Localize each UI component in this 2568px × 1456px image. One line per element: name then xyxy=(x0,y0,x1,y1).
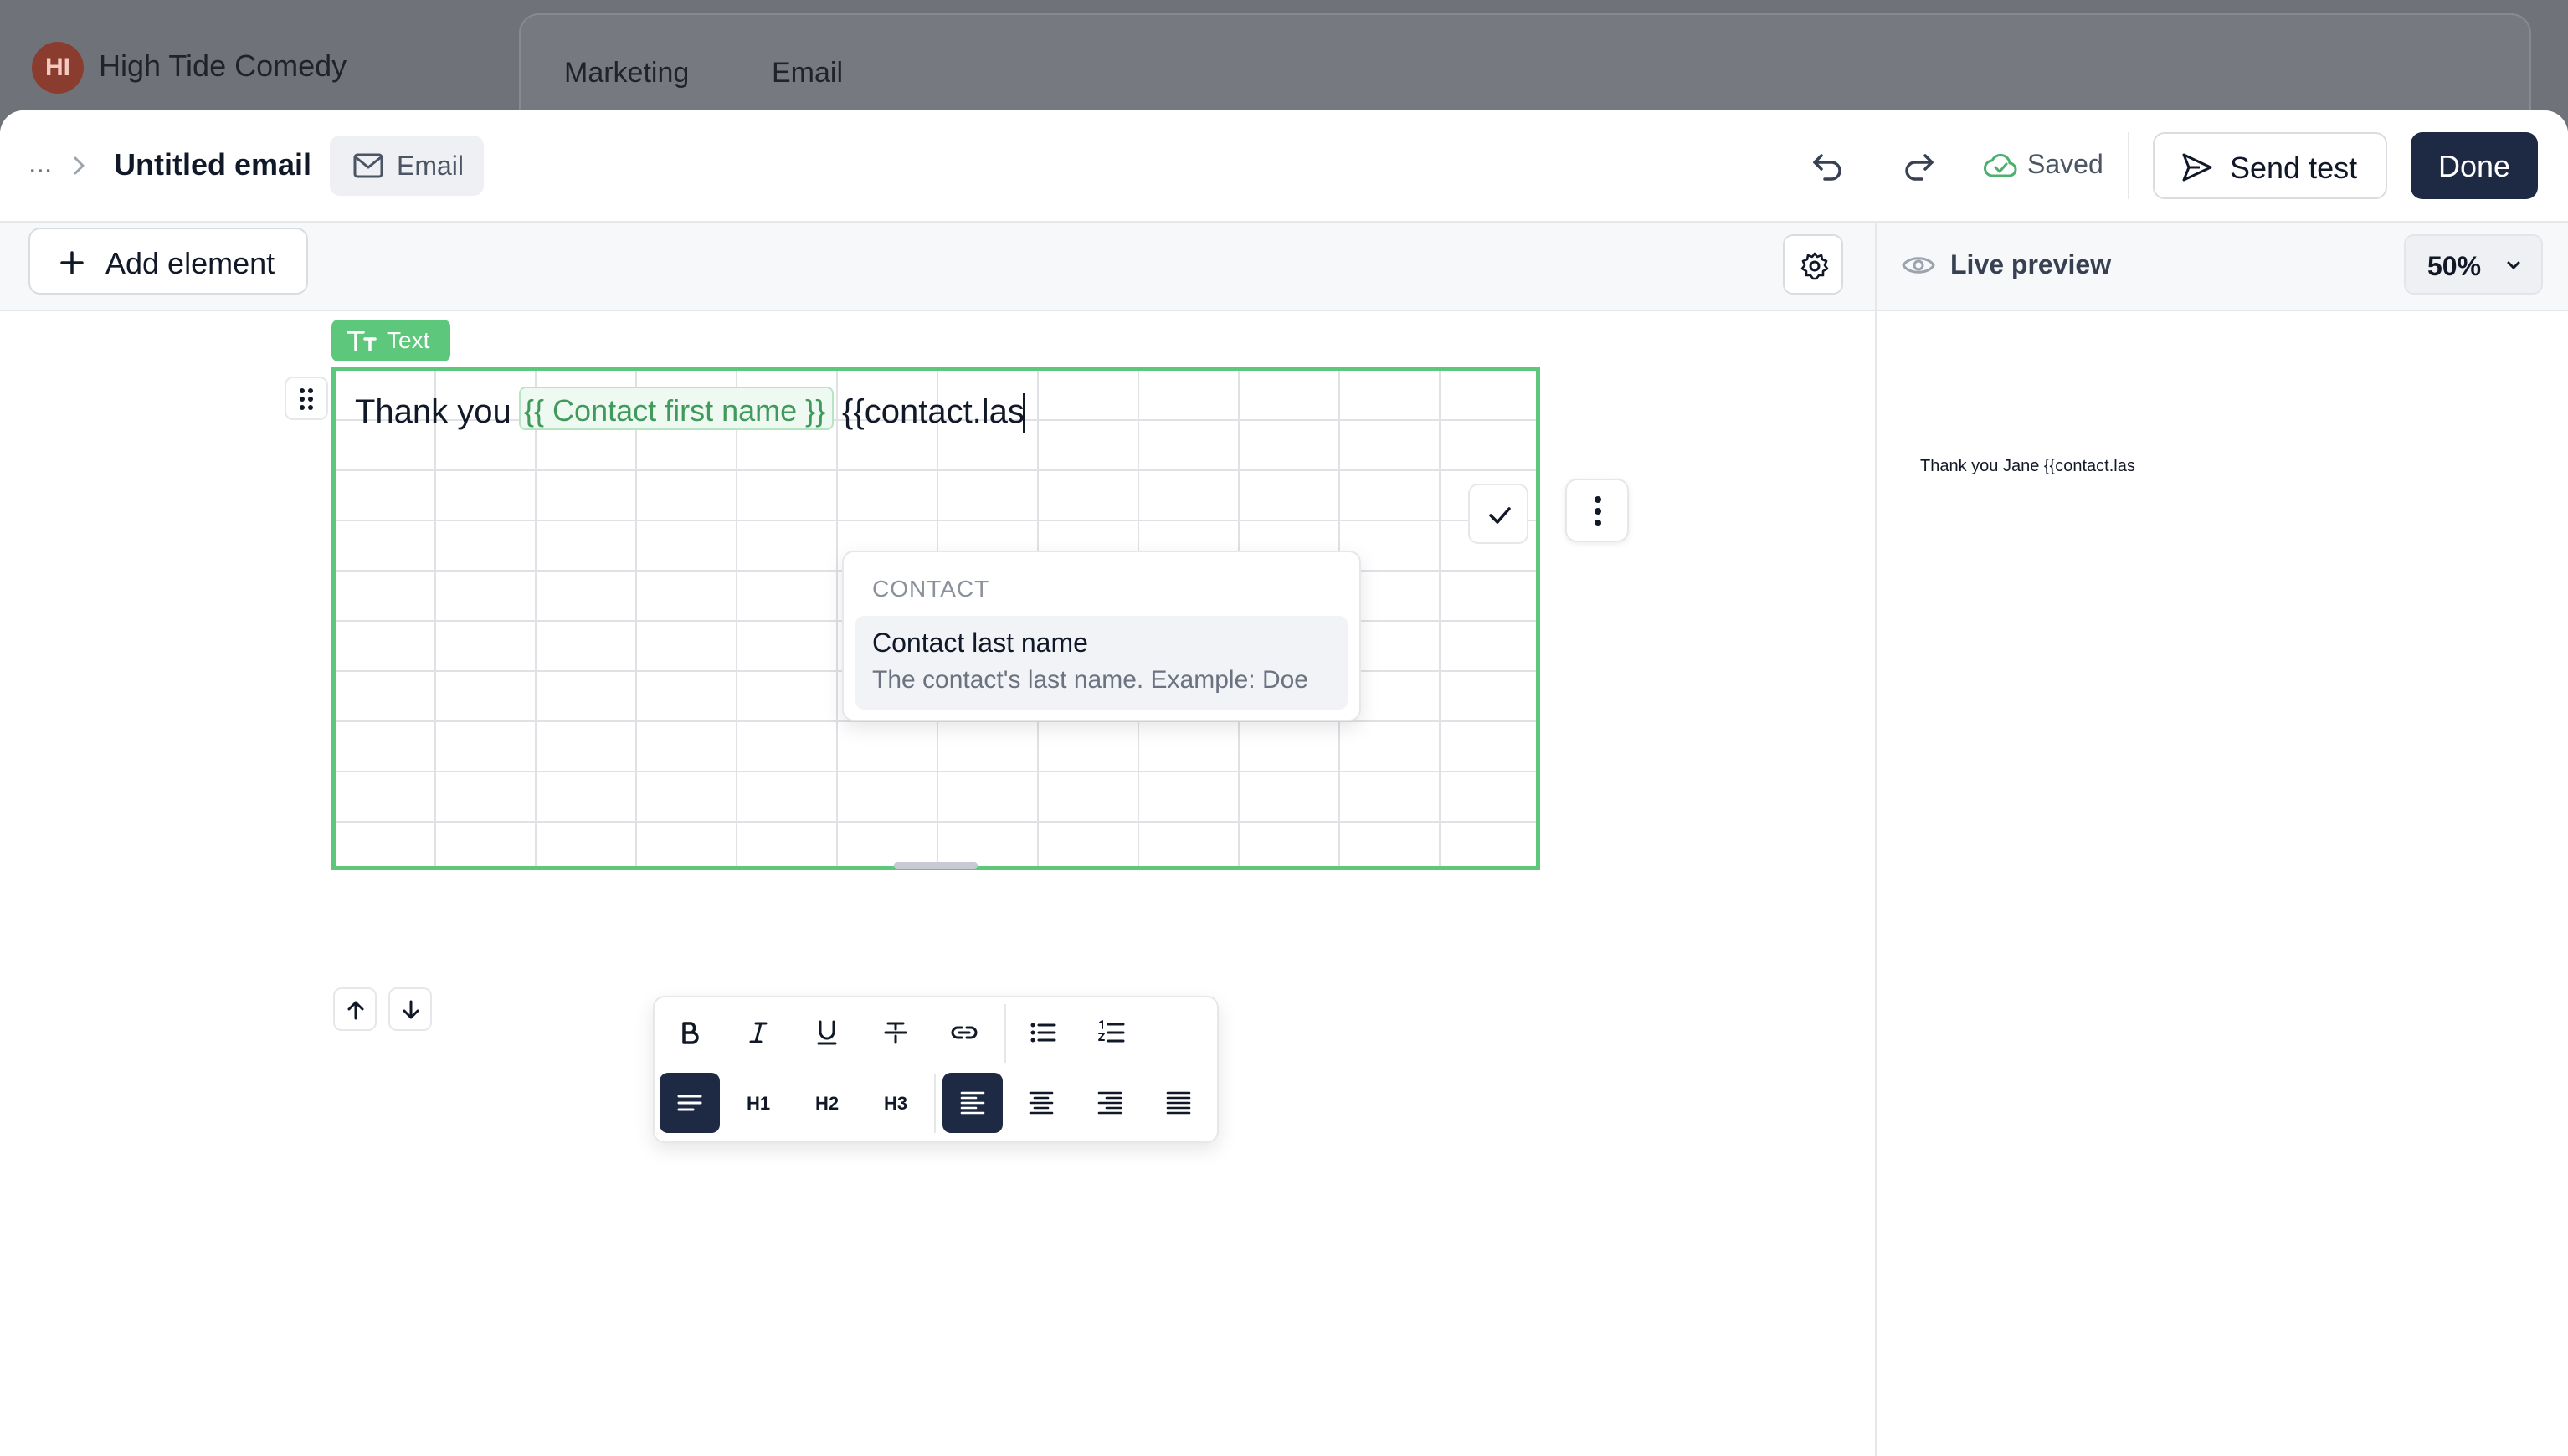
text-caret xyxy=(1023,393,1025,433)
add-element-label: Add element xyxy=(105,246,275,280)
text-prefix: Thank you xyxy=(355,393,511,430)
align-right-icon xyxy=(1097,1091,1122,1115)
email-settings-button[interactable] xyxy=(1783,234,1843,295)
bg-tab-marketing: Marketing xyxy=(564,57,690,89)
heading-2-label: H2 xyxy=(814,1093,840,1114)
align-justify-icon xyxy=(1166,1091,1191,1115)
bullet-list-icon xyxy=(1030,1023,1056,1043)
italic-icon xyxy=(749,1022,768,1043)
eye-icon xyxy=(1902,257,1935,274)
strikethrough-button[interactable] xyxy=(865,1002,926,1063)
send-icon xyxy=(2182,153,2212,182)
heading-1-button[interactable]: H1 xyxy=(728,1073,788,1133)
redo-icon[interactable] xyxy=(1900,147,1937,184)
suggestion-group-label: CONTACT xyxy=(872,576,990,602)
toolbar-divider xyxy=(934,1074,936,1133)
gear-icon xyxy=(1800,252,1829,280)
preview-content: Thank you Jane {{contact.las xyxy=(1920,457,2135,475)
live-preview-header: Live preview 50% xyxy=(1877,223,2568,311)
zoom-select[interactable]: 50% xyxy=(2404,234,2543,295)
merge-tag-suggestions: CONTACT Contact last name The contact's … xyxy=(842,551,1361,721)
drag-handle[interactable] xyxy=(285,377,328,420)
merge-tag-label: {{ Contact first name }} xyxy=(524,393,826,428)
bold-button[interactable] xyxy=(660,1002,720,1063)
live-preview-label: Live preview xyxy=(1950,249,2112,279)
heading-3-button[interactable]: H3 xyxy=(865,1073,926,1133)
suggestion-item-description: The contact's last name. Example: Doe xyxy=(872,666,1308,694)
send-test-label: Send test xyxy=(2230,151,2358,185)
email-title[interactable]: Untitled email xyxy=(114,147,311,182)
chevron-down-icon xyxy=(2507,261,2520,269)
underline-icon xyxy=(817,1020,837,1045)
suggestion-item-title: Contact last name xyxy=(872,628,1088,658)
live-preview-panel: Live preview 50% Thank you Jane {{contac… xyxy=(1875,223,2568,1456)
numbered-list-button[interactable] xyxy=(1081,1002,1142,1063)
org-name: High Tide Comedy xyxy=(99,49,347,83)
heading-3-label: H3 xyxy=(883,1093,908,1114)
done-label: Done xyxy=(2437,149,2511,183)
arrow-up-icon xyxy=(347,1001,364,1020)
link-button[interactable] xyxy=(934,1002,994,1063)
org-avatar: HI xyxy=(32,42,84,94)
email-type-badge: Email xyxy=(330,136,484,196)
undo-icon[interactable] xyxy=(1810,147,1846,184)
breadcrumb-more[interactable]: ... xyxy=(28,147,52,180)
toolbar-divider xyxy=(1004,1004,1006,1063)
cloud-check-icon xyxy=(1984,153,2017,177)
saved-label: Saved xyxy=(2027,149,2103,179)
background-app: HI High Tide Comedy Marketing Email xyxy=(0,0,2568,142)
formatting-toolbar: H1 H2 H3 xyxy=(653,996,1219,1143)
heading-2-button[interactable]: H2 xyxy=(797,1073,857,1133)
typed-text: {{contact.las xyxy=(842,393,1025,430)
text-block-tag: Text xyxy=(331,320,450,361)
align-center-icon xyxy=(1029,1091,1054,1115)
email-type-label: Email xyxy=(397,151,465,181)
underline-button[interactable] xyxy=(797,1002,857,1063)
text-block-tag-label: Text xyxy=(387,327,430,353)
heading-1-label: H1 xyxy=(746,1093,771,1114)
mail-icon xyxy=(353,153,383,178)
editor-header: ... Untitled email Email Saved Send test… xyxy=(0,110,2568,223)
more-vertical-icon xyxy=(1595,496,1601,526)
align-right-button[interactable] xyxy=(1080,1073,1140,1133)
move-up-button[interactable] xyxy=(333,987,377,1031)
suggestion-item[interactable]: Contact last name The contact's last nam… xyxy=(855,616,1348,710)
numbered-list-icon xyxy=(1098,1020,1125,1043)
done-button[interactable]: Done xyxy=(2411,132,2538,199)
zoom-value: 50% xyxy=(2427,251,2482,281)
header-divider xyxy=(2128,132,2129,199)
align-center-button[interactable] xyxy=(1011,1073,1071,1133)
add-element-button[interactable]: Add element xyxy=(28,228,308,295)
drag-dots-icon xyxy=(300,388,313,410)
block-more-button[interactable] xyxy=(1565,479,1629,542)
bold-icon xyxy=(682,1022,699,1044)
align-left-icon xyxy=(960,1091,985,1115)
strikethrough-icon xyxy=(884,1022,907,1044)
resize-handle[interactable] xyxy=(894,862,978,869)
bg-tab-email: Email xyxy=(772,57,844,89)
chevron-right-icon xyxy=(74,156,85,175)
align-left-button[interactable] xyxy=(942,1073,1003,1133)
confirm-edit-button[interactable] xyxy=(1468,484,1528,544)
align-justify-button[interactable] xyxy=(1148,1073,1209,1133)
check-icon xyxy=(1489,507,1511,524)
paragraph-icon xyxy=(677,1095,702,1111)
merge-tag-chip[interactable]: {{ Contact first name }} xyxy=(519,387,834,430)
italic-button[interactable] xyxy=(728,1002,788,1063)
paragraph-button[interactable] xyxy=(660,1073,720,1133)
text-type-icon xyxy=(347,331,377,351)
arrow-down-icon xyxy=(403,1000,419,1019)
email-editor-modal: ... Untitled email Email Saved Send test… xyxy=(0,110,2568,1456)
bullet-list-button[interactable] xyxy=(1013,1002,1073,1063)
link-icon xyxy=(951,1026,978,1039)
move-down-button[interactable] xyxy=(388,987,432,1031)
plus-icon xyxy=(60,251,84,274)
send-test-button[interactable]: Send test xyxy=(2153,132,2387,199)
